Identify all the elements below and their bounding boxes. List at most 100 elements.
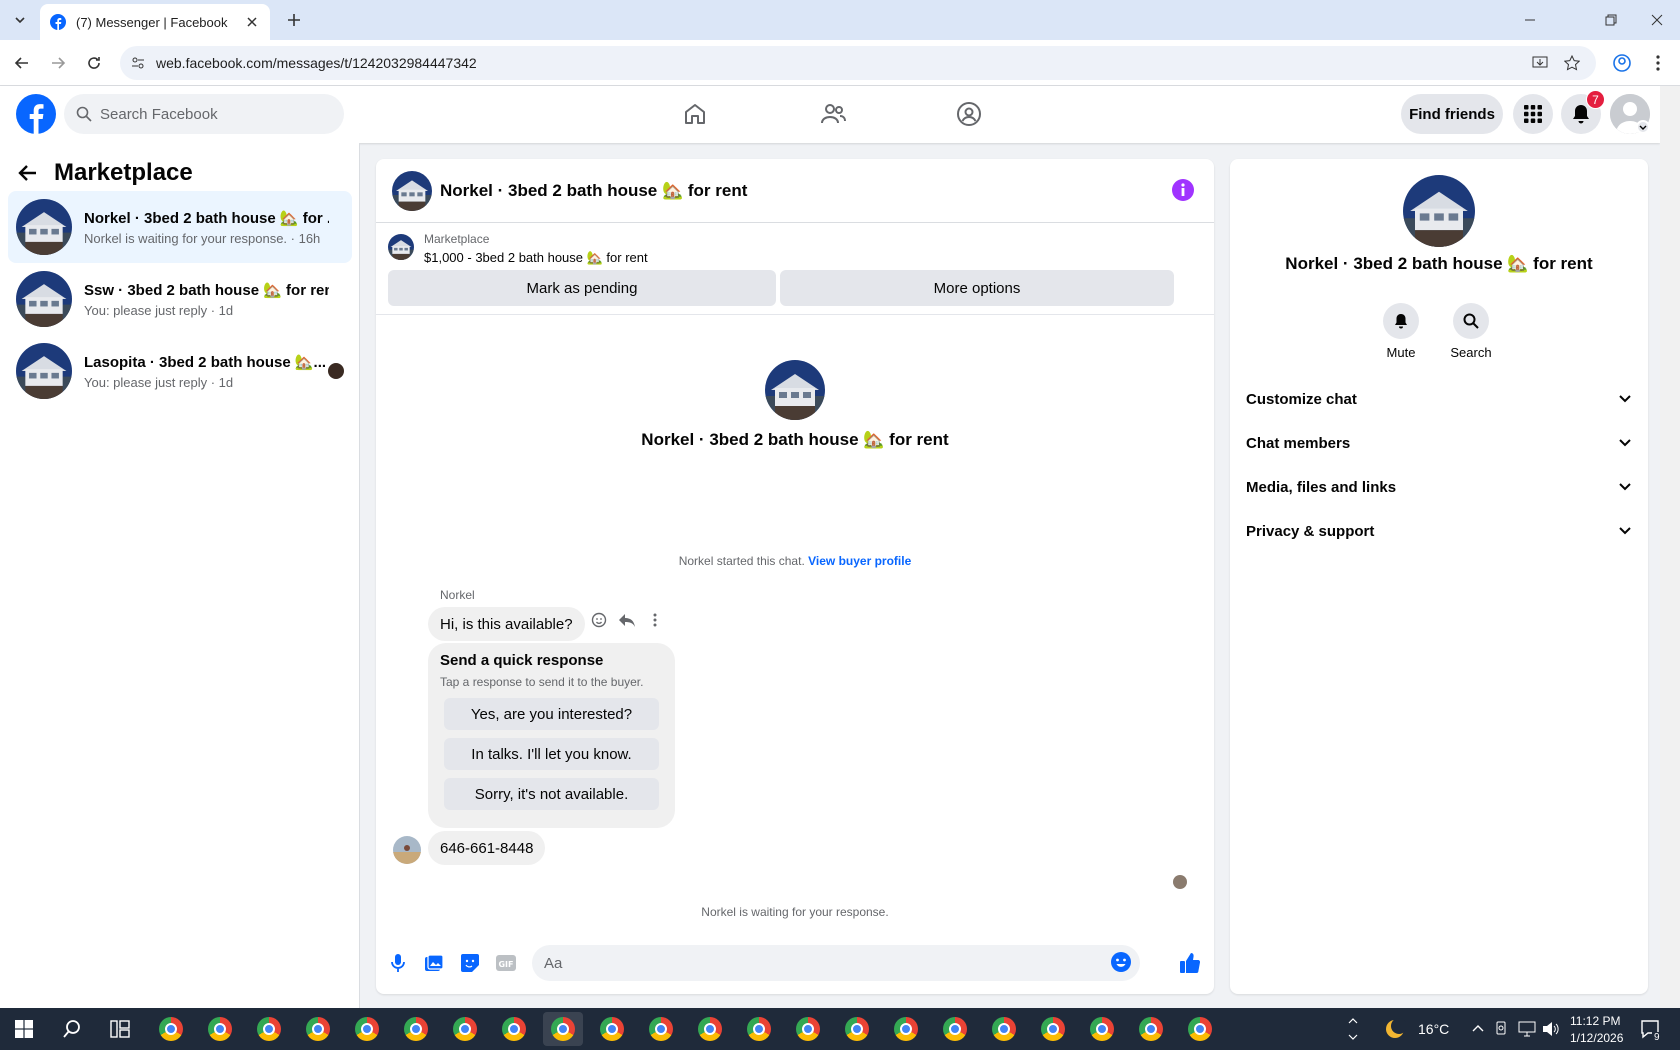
voice-clip-button[interactable] [386,951,410,975]
facebook-search-input[interactable]: Search Facebook [64,94,344,134]
browser-menu-button[interactable] [1646,51,1670,75]
taskbar-chrome-window[interactable] [298,1012,338,1046]
conversation-item[interactable]: Norkel · 3bed 2 bath house 🏡 for ... Nor… [8,191,352,263]
find-friends-button[interactable]: Find friends [1401,94,1503,134]
privacy-support-row[interactable]: Privacy & support [1246,511,1632,551]
taskbar-chrome-window[interactable] [788,1012,828,1046]
conversation-avatar [16,343,72,399]
customize-chat-row[interactable]: Customize chat [1246,379,1632,419]
restore-button[interactable] [1588,0,1634,40]
profile-button[interactable] [1610,51,1634,75]
sender-avatar[interactable] [393,836,421,864]
site-settings-icon[interactable] [130,55,146,71]
taskbar-chrome-window-active[interactable] [543,1012,583,1046]
friends-nav[interactable] [813,94,853,134]
mark-pending-button[interactable]: Mark as pending [388,270,776,306]
chat-avatar[interactable] [392,171,432,211]
react-button[interactable] [590,611,608,629]
like-button[interactable] [1178,951,1202,975]
attach-photo-button[interactable] [422,951,446,975]
search-icon [76,106,92,122]
taskbar-chrome-window[interactable] [592,1012,632,1046]
address-bar[interactable]: web.facebook.com/messages/t/124203298444… [120,46,1596,80]
chat-info-button[interactable] [1172,179,1194,201]
taskbar-chrome-window[interactable] [200,1012,240,1046]
groups-nav[interactable] [949,94,989,134]
taskbar-chrome-window[interactable] [494,1012,534,1046]
listing-price[interactable]: $1,000 - 3bed 2 bath house 🏡 for rent [424,250,648,266]
details-avatar[interactable] [1403,175,1475,247]
close-tab-icon[interactable] [244,14,260,30]
forward-button[interactable] [46,51,70,75]
new-tab-button[interactable] [282,8,306,32]
conversation-preview: You: please just reply · 1d [84,374,234,390]
taskbar-chrome-window[interactable] [347,1012,387,1046]
taskbar-chrome-window[interactable] [445,1012,485,1046]
chat-title[interactable]: Norkel · 3bed 2 bath house 🏡 for rent [440,181,747,201]
taskbar-chrome-window[interactable] [1082,1012,1122,1046]
listing-thumbnail[interactable] [388,234,414,260]
conversation-item[interactable]: Lasopita · 3bed 2 bath house 🏡... You: p… [8,335,352,407]
conversation-item[interactable]: Ssw · 3bed 2 bath house 🏡 for rent You: … [8,263,352,335]
message-input[interactable]: Aa [532,945,1140,981]
taskbar-chrome-window[interactable] [1180,1012,1220,1046]
account-chevron[interactable] [1636,120,1650,134]
chevron-up-icon[interactable] [1472,1024,1484,1032]
network-icon[interactable] [1518,1021,1536,1037]
taskbar-chrome-window[interactable] [1033,1012,1073,1046]
close-window-button[interactable] [1634,0,1680,40]
browser-tab-messenger[interactable]: (7) Messenger | Facebook [40,4,270,40]
taskbar-chrome-window[interactable] [1131,1012,1171,1046]
url-text: web.facebook.com/messages/t/124203298444… [156,55,477,71]
tab-search-button[interactable] [8,8,32,32]
page-scrollbar[interactable] [1660,86,1680,1008]
taskbar-chrome-window[interactable] [739,1012,779,1046]
reload-button[interactable] [82,51,106,75]
taskbar-scroll-icon[interactable] [1348,1016,1358,1042]
weather-moon-icon[interactable] [1384,1018,1406,1040]
task-view-button[interactable] [100,1012,140,1046]
sticker-button[interactable] [458,951,482,975]
taskbar-chrome-window[interactable] [151,1012,191,1046]
chat-members-row[interactable]: Chat members [1246,423,1632,463]
chrome-icon [1188,1017,1212,1041]
facebook-logo-icon[interactable] [16,94,56,134]
home-nav[interactable] [675,94,715,134]
listing-label: Marketplace [424,232,490,246]
message-bubble[interactable]: Hi, is this available? [428,607,585,641]
media-files-links-row[interactable]: Media, files and links [1246,467,1632,507]
taskbar-chrome-window[interactable] [641,1012,681,1046]
minimize-button[interactable] [1507,0,1553,40]
view-buyer-profile-link[interactable]: View buyer profile [808,554,911,568]
search-in-chat-button[interactable]: Search [1441,303,1501,360]
bookmark-button[interactable] [1560,51,1584,75]
device-icon[interactable] [1494,1021,1508,1037]
start-button[interactable] [4,1012,44,1046]
install-app-button[interactable] [1528,51,1552,75]
menu-button[interactable] [1513,94,1553,134]
more-options-button[interactable]: More options [780,270,1174,306]
arrow-right-icon [52,57,66,69]
message-more-button[interactable] [646,611,664,629]
back-button[interactable] [10,51,34,75]
taskbar-chrome-window[interactable] [396,1012,436,1046]
taskbar-chrome-window[interactable] [886,1012,926,1046]
taskbar-chrome-window[interactable] [837,1012,877,1046]
quick-response-button[interactable]: Sorry, it's not available. [444,778,659,810]
taskbar-chrome-window[interactable] [935,1012,975,1046]
quick-response-button[interactable]: In talks. I'll let you know. [444,738,659,770]
taskbar-chrome-window[interactable] [249,1012,289,1046]
message-input-placeholder: Aa [544,954,563,972]
mute-button[interactable]: Mute [1371,303,1431,360]
quick-response-button[interactable]: Yes, are you interested? [444,698,659,730]
message-bubble[interactable]: 646-661-8448 [428,831,546,865]
back-arrow-icon[interactable] [18,163,38,183]
taskbar-chrome-window[interactable] [690,1012,730,1046]
house-photo-icon [16,343,72,399]
gif-button[interactable]: GIF [494,951,518,975]
emoji-icon[interactable] [1110,951,1132,973]
taskbar-chrome-window[interactable] [984,1012,1024,1046]
volume-icon[interactable] [1542,1021,1560,1037]
reply-button[interactable] [618,611,636,629]
taskbar-search-button[interactable] [52,1012,92,1046]
